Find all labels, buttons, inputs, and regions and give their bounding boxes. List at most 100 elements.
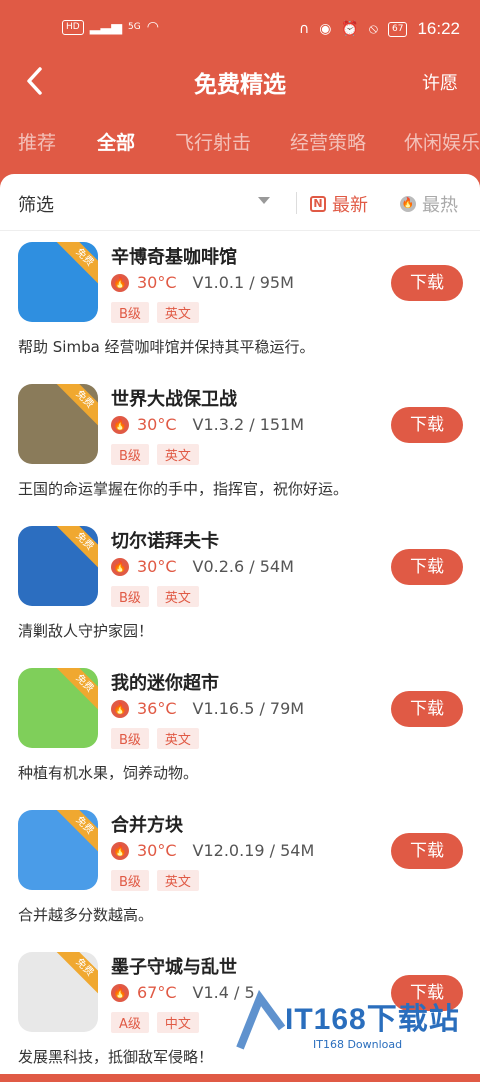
tab-all[interactable]: 全部 [97, 128, 135, 155]
app-description: 帮助 Simba 经营咖啡馆并保持其平稳运行。 [18, 338, 315, 356]
language-tag: 英文 [156, 870, 199, 891]
app-version: V12.0.19 / 54M [192, 841, 315, 860]
app-name[interactable]: 切尔诺拜夫卡 [111, 527, 219, 553]
app-version: V0.2.6 / 54M [192, 557, 294, 576]
app-icon[interactable]: 免费 [18, 242, 98, 322]
app-description: 王国的命运掌握在你的手中，指挥官，祝你好运。 [18, 480, 349, 498]
network-type: 5G [128, 22, 141, 32]
app-name[interactable]: 墨子守城与乱世 [111, 953, 237, 979]
language-tag: 英文 [156, 728, 199, 749]
flame-icon: 🔥 [111, 983, 129, 1002]
grade-tag: B级 [111, 870, 149, 891]
app-description: 合并越多分数越高。 [18, 906, 154, 924]
app-temperature: 30°C [137, 841, 177, 860]
app-temperature: 36°C [137, 699, 177, 718]
flame-icon: 🔥 [111, 557, 129, 576]
status-bar: HD ▂▃▅ 5G ◠ ∩ ◉ ⏰ ⦸ 67 16:22 [0, 0, 480, 60]
app-temperature: 67°C [137, 983, 177, 1002]
app-tags: B级 英文 [111, 870, 199, 891]
flame-icon: 🔥 [111, 415, 129, 434]
category-tabs: 推荐 全部 飞行射击 经营策略 休闲娱乐 [0, 128, 480, 162]
content-panel: 筛选 N 最新 🔥 最热 免费 辛博奇基咖啡馆 🔥 30°C V1.0.1 / 95M B… [0, 174, 480, 1074]
list-item[interactable]: 免费 切尔诺拜夫卡 🔥 30°C V0.2.6 / 54M B级 英文 下载清剿敌人守护家园！ [0, 514, 480, 656]
language-tag: 英文 [156, 444, 199, 465]
language-tag: 英文 [156, 586, 199, 607]
free-ribbon: 免费 [55, 810, 98, 855]
language-tag: 英文 [156, 302, 199, 323]
sort-hottest[interactable]: 🔥 最热 [400, 191, 458, 217]
app-header: 免费精选 许愿 [0, 55, 480, 109]
app-description: 种植有机水果，饲养动物。 [18, 764, 199, 782]
app-icon[interactable]: 免费 [18, 952, 98, 1032]
free-ribbon: 免费 [55, 668, 98, 713]
headphones-icon: ∩ [298, 21, 310, 37]
download-button[interactable]: 下载 [391, 549, 463, 585]
sort-newest[interactable]: N 最新 [310, 191, 368, 217]
app-temperature: 30°C [137, 273, 177, 292]
watermark-subtitle: IT168 Download [313, 1038, 403, 1051]
app-version: V1.3.2 / 151M [192, 415, 305, 434]
app-temperature: 30°C [137, 415, 177, 434]
list-item[interactable]: 免费 辛博奇基咖啡馆 🔥 30°C V1.0.1 / 95M B级 英文 下载 帮助 Simba… [0, 230, 480, 372]
app-name[interactable]: 辛博奇基咖啡馆 [111, 243, 237, 269]
watermark-title: IT168下载站 [285, 1003, 460, 1036]
clock: 16:22 [417, 19, 460, 38]
tab-recommend[interactable]: 推荐 [18, 128, 56, 155]
app-tags: B级 英文 [111, 302, 199, 323]
flame-icon: 🔥 [400, 196, 416, 212]
tab-casual[interactable]: 休闲娱乐 [404, 128, 480, 155]
app-version: V1.16.5 / 79M [192, 699, 305, 718]
app-meta: 🔥 30°C V1.0.1 / 95M [111, 273, 294, 292]
app-description: 清剿敌人守护家园！ [18, 622, 154, 640]
chevron-down-icon[interactable] [258, 197, 270, 204]
filter-bar: 筛选 N 最新 🔥 最热 [0, 174, 480, 231]
grade-tag: B级 [111, 586, 149, 607]
app-tags: B级 英文 [111, 586, 199, 607]
newest-icon: N [310, 196, 326, 212]
free-ribbon: 免费 [55, 526, 98, 571]
app-icon[interactable]: 免费 [18, 668, 98, 748]
list-item[interactable]: 免费 我的迷你超市 🔥 36°C V1.16.5 / 79M B级 英文 下载 种植有机水果，饲… [0, 656, 480, 798]
download-button[interactable]: 下载 [391, 691, 463, 727]
page-title: 免费精选 [194, 72, 286, 98]
watermark-logo-icon [236, 989, 286, 1050]
app-icon[interactable]: 免费 [18, 526, 98, 606]
app-name[interactable]: 世界大战保卫战 [111, 385, 237, 411]
app-icon[interactable]: 免费 [18, 384, 98, 464]
app-name[interactable]: 我的迷你超市 [111, 669, 219, 695]
language-tag: 中文 [156, 1012, 199, 1033]
watermark: IT168下载站 IT168 Download [230, 984, 480, 1064]
alarm-icon: ⏰ [341, 21, 359, 37]
battery-icon: 67 [388, 21, 408, 37]
app-tags: B级 英文 [111, 444, 199, 465]
download-button[interactable]: 下载 [391, 265, 463, 301]
tab-strategy[interactable]: 经营策略 [290, 128, 366, 155]
flame-icon: 🔥 [111, 841, 129, 860]
app-tags: A级 中文 [111, 1012, 199, 1033]
grade-tag: A级 [111, 1012, 149, 1033]
flame-icon: 🔥 [111, 273, 129, 292]
sort-hottest-label: 最热 [422, 195, 458, 216]
free-ribbon: 免费 [55, 384, 98, 429]
eye-icon: ◉ [319, 21, 332, 37]
tab-shooting[interactable]: 飞行射击 [175, 128, 251, 155]
filter-dropdown[interactable]: 筛选 [18, 191, 54, 217]
list-item[interactable]: 免费 世界大战保卫战 🔥 30°C V1.3.2 / 151M B级 英文 下载王国的命运掌握… [0, 372, 480, 514]
app-icon[interactable]: 免费 [18, 810, 98, 890]
grade-tag: B级 [111, 302, 149, 323]
download-button[interactable]: 下载 [391, 407, 463, 443]
app-meta: 🔥 30°C V1.3.2 / 151M [111, 415, 304, 434]
grade-tag: B级 [111, 444, 149, 465]
app-meta: 🔥 36°C V1.16.5 / 79M [111, 699, 304, 718]
app-description: 发展黑科技，抵御敌军侵略！ [18, 1048, 214, 1066]
grade-tag: B级 [111, 728, 149, 749]
app-meta: 🔥 30°C V12.0.19 / 54M [111, 841, 314, 860]
download-button[interactable]: 下载 [391, 833, 463, 869]
free-ribbon: 免费 [55, 952, 98, 997]
app-temperature: 30°C [137, 557, 177, 576]
free-ribbon: 免费 [55, 242, 98, 287]
wish-button[interactable]: 许愿 [422, 69, 458, 95]
app-name[interactable]: 合并方块 [111, 811, 183, 837]
list-item[interactable]: 免费 合并方块 🔥 30°C V12.0.19 / 54M B级 英文 下载合并越多分数越高。 [0, 798, 480, 940]
sort-newest-label: 最新 [332, 195, 368, 216]
